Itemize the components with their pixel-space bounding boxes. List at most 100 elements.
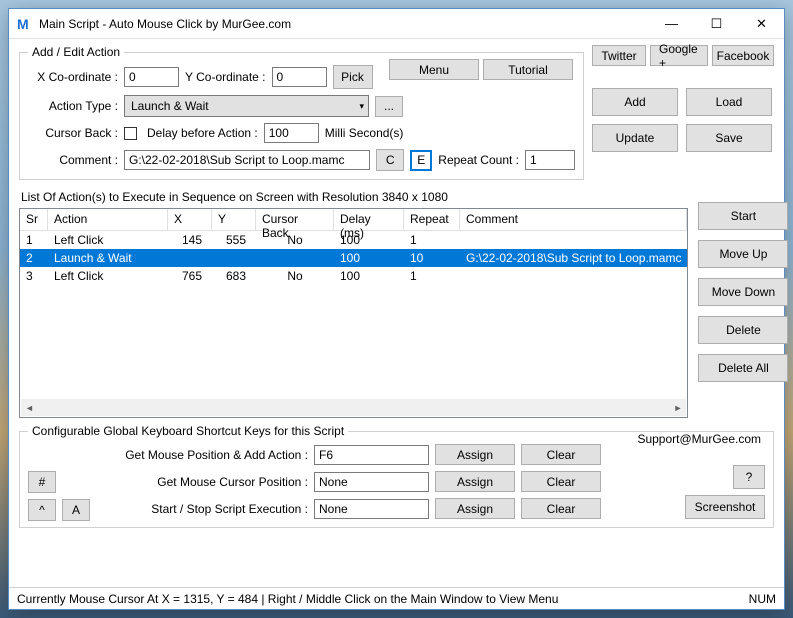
table-cell: No xyxy=(256,232,334,248)
table-cell: 1 xyxy=(20,232,48,248)
help-button[interactable]: ? xyxy=(733,465,765,489)
shortcut2-assign-button[interactable]: Assign xyxy=(435,471,515,492)
comment-input[interactable] xyxy=(124,150,370,170)
scroll-left-icon[interactable]: ◄ xyxy=(21,399,38,416)
shortcut3-clear-button[interactable]: Clear xyxy=(521,498,601,519)
table-cell xyxy=(256,257,334,259)
table-body: 1Left Click145555No10012Launch & Wait100… xyxy=(20,231,687,285)
table-cell: 683 xyxy=(212,268,256,284)
titlebar[interactable]: M Main Script - Auto Mouse Click by MurG… xyxy=(9,9,784,39)
table-cell xyxy=(460,275,687,277)
maximize-button[interactable]: ☐ xyxy=(694,9,739,38)
twitter-button[interactable]: Twitter xyxy=(592,45,646,66)
shortcuts-legend: Configurable Global Keyboard Shortcut Ke… xyxy=(28,424,348,438)
table-row[interactable]: 3Left Click765683No1001 xyxy=(20,267,687,285)
status-bar: Currently Mouse Cursor At X = 1315, Y = … xyxy=(9,587,784,609)
delete-button[interactable]: Delete xyxy=(698,316,788,344)
table-cell: 100 xyxy=(334,232,404,248)
table-header: Sr Action X Y Cursor Back Delay (ms) Rep… xyxy=(20,209,687,231)
repeat-count-input[interactable] xyxy=(525,150,575,170)
th-y[interactable]: Y xyxy=(212,209,256,230)
table-cell: 1 xyxy=(404,268,460,284)
shortcut1-assign-button[interactable]: Assign xyxy=(435,444,515,465)
move-up-button[interactable]: Move Up xyxy=(698,240,788,268)
table-cell: 100 xyxy=(334,250,404,266)
table-cell: 765 xyxy=(168,268,212,284)
action-type-select[interactable]: Launch & Wait ▾ xyxy=(124,95,369,117)
chevron-down-icon: ▾ xyxy=(359,101,364,112)
delay-input[interactable] xyxy=(264,123,319,143)
table-cell: 145 xyxy=(168,232,212,248)
start-button[interactable]: Start xyxy=(698,202,788,230)
status-num: NUM xyxy=(749,592,776,606)
shortcut1-clear-button[interactable]: Clear xyxy=(521,444,601,465)
table-cell: Left Click xyxy=(48,232,168,248)
tutorial-button[interactable]: Tutorial xyxy=(483,59,573,80)
window-title: Main Script - Auto Mouse Click by MurGee… xyxy=(39,17,649,31)
a-button[interactable]: A xyxy=(62,499,90,521)
action-table: Sr Action X Y Cursor Back Delay (ms) Rep… xyxy=(19,208,688,418)
table-cell: 2 xyxy=(20,250,48,266)
y-coord-label: Y Co-ordinate : xyxy=(185,70,266,84)
h-scrollbar[interactable]: ◄ ► xyxy=(21,399,686,416)
status-message: Currently Mouse Cursor At X = 1315, Y = … xyxy=(17,592,558,606)
add-button[interactable]: Add xyxy=(592,88,678,116)
table-row[interactable]: 1Left Click145555No1001 xyxy=(20,231,687,249)
th-repeat[interactable]: Repeat xyxy=(404,209,460,230)
pick-button[interactable]: Pick xyxy=(333,65,373,89)
caret-button[interactable]: ^ xyxy=(28,499,56,521)
app-icon: M xyxy=(17,16,33,32)
th-sr[interactable]: Sr xyxy=(20,209,48,230)
table-cell: 555 xyxy=(212,232,256,248)
e-button[interactable]: E xyxy=(410,150,432,171)
shortcut3-assign-button[interactable]: Assign xyxy=(435,498,515,519)
action-type-label: Action Type : xyxy=(28,99,118,113)
shortcut2-clear-button[interactable]: Clear xyxy=(521,471,601,492)
list-caption: List Of Action(s) to Execute in Sequence… xyxy=(21,190,688,204)
support-link[interactable]: Support@MurGee.com xyxy=(633,432,765,446)
google-button[interactable]: Google + xyxy=(650,45,708,66)
table-cell: G:\22-02-2018\Sub Script to Loop.mamc xyxy=(460,250,687,266)
x-coord-input[interactable] xyxy=(124,67,179,87)
delay-unit-label: Milli Second(s) xyxy=(325,126,404,140)
shortcut2-input[interactable] xyxy=(314,472,429,492)
repeat-count-label: Repeat Count : xyxy=(438,153,519,167)
th-cursor-back[interactable]: Cursor Back xyxy=(256,209,334,230)
delete-all-button[interactable]: Delete All xyxy=(698,354,788,382)
shortcut1-input[interactable] xyxy=(314,445,429,465)
th-delay[interactable]: Delay (ms) xyxy=(334,209,404,230)
table-cell: 10 xyxy=(404,250,460,266)
action-type-more-button[interactable]: ... xyxy=(375,96,403,117)
cursor-back-label: Cursor Back : xyxy=(28,126,118,140)
scroll-track[interactable] xyxy=(38,399,669,416)
table-cell xyxy=(212,257,256,259)
th-comment[interactable]: Comment xyxy=(460,209,687,230)
load-button[interactable]: Load xyxy=(686,88,772,116)
main-window: M Main Script - Auto Mouse Click by MurG… xyxy=(8,8,785,610)
shortcuts-fieldset: Configurable Global Keyboard Shortcut Ke… xyxy=(19,424,774,528)
close-button[interactable]: ✕ xyxy=(739,9,784,38)
facebook-button[interactable]: Facebook xyxy=(712,45,774,66)
screenshot-button[interactable]: Screenshot xyxy=(685,495,765,519)
menu-button[interactable]: Menu xyxy=(389,59,479,80)
th-action[interactable]: Action xyxy=(48,209,168,230)
y-coord-input[interactable] xyxy=(272,67,327,87)
table-cell xyxy=(168,257,212,259)
hash-button[interactable]: # xyxy=(28,471,56,493)
table-cell: 3 xyxy=(20,268,48,284)
shortcut3-input[interactable] xyxy=(314,499,429,519)
th-x[interactable]: X xyxy=(168,209,212,230)
save-button[interactable]: Save xyxy=(686,124,772,152)
cursor-back-checkbox[interactable] xyxy=(124,127,137,140)
scroll-right-icon[interactable]: ► xyxy=(669,399,686,416)
shortcut1-label: Get Mouse Position & Add Action : xyxy=(28,448,308,462)
move-down-button[interactable]: Move Down xyxy=(698,278,788,306)
c-button[interactable]: C xyxy=(376,149,404,171)
table-cell xyxy=(460,239,687,241)
table-cell: No xyxy=(256,268,334,284)
table-row[interactable]: 2Launch & Wait10010G:\22-02-2018\Sub Scr… xyxy=(20,249,687,267)
add-edit-legend: Add / Edit Action xyxy=(28,45,124,59)
minimize-button[interactable]: — xyxy=(649,9,694,38)
update-button[interactable]: Update xyxy=(592,124,678,152)
table-cell: 1 xyxy=(404,232,460,248)
